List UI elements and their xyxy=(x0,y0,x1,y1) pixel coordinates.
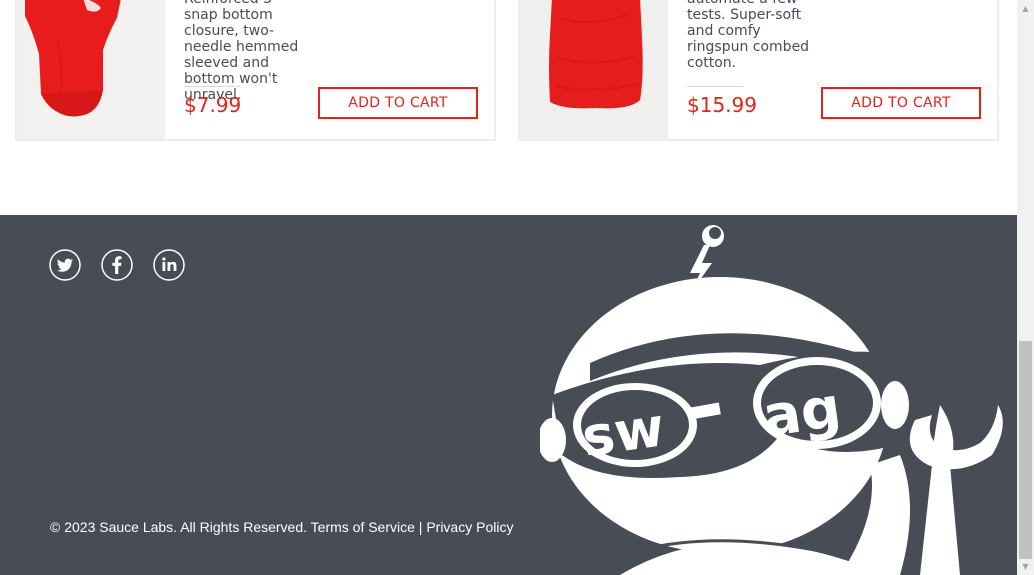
product-description: Reinforced 3-snap bottom closure, two-ne… xyxy=(184,0,299,103)
price-divider xyxy=(687,86,743,87)
scrollbar-thumb[interactable] xyxy=(1019,341,1032,559)
footer: © 2023 Sauce Labs. All Rights Reserved. … xyxy=(0,215,1017,575)
svg-text:ag: ag xyxy=(759,375,845,450)
scroll-down-arrow-icon[interactable]: ▼ xyxy=(1017,558,1034,575)
product-description: automate a few tests. Super-soft and com… xyxy=(687,0,810,71)
product-image[interactable] xyxy=(17,0,165,139)
product-image[interactable] xyxy=(520,0,668,139)
linkedin-icon[interactable] xyxy=(153,249,185,281)
copyright-text: © 2023 Sauce Labs. All Rights Reserved. … xyxy=(50,519,514,535)
inventory-item: automate a few tests. Super-soft and com… xyxy=(518,0,999,141)
product-price: $15.99 xyxy=(687,93,757,117)
facebook-icon[interactable] xyxy=(101,249,133,281)
swag-robot-logo: sw ag xyxy=(540,225,1003,575)
twitter-icon[interactable] xyxy=(49,249,81,281)
red-onesie-image xyxy=(17,0,165,139)
scroll-up-arrow-icon[interactable]: ▲ xyxy=(1017,0,1034,17)
vertical-scrollbar[interactable]: ▲ ▼ xyxy=(1017,0,1034,575)
add-to-cart-button[interactable]: ADD TO CART xyxy=(821,87,981,119)
price-divider xyxy=(184,86,240,87)
svg-text:sw: sw xyxy=(578,395,668,469)
page: Reinforced 3-snap bottom closure, two-ne… xyxy=(0,0,1017,575)
red-tshirt-image xyxy=(520,0,668,139)
product-price: $7.99 xyxy=(184,93,242,117)
add-to-cart-button[interactable]: ADD TO CART xyxy=(318,87,478,119)
inventory-item: Reinforced 3-snap bottom closure, two-ne… xyxy=(15,0,496,141)
